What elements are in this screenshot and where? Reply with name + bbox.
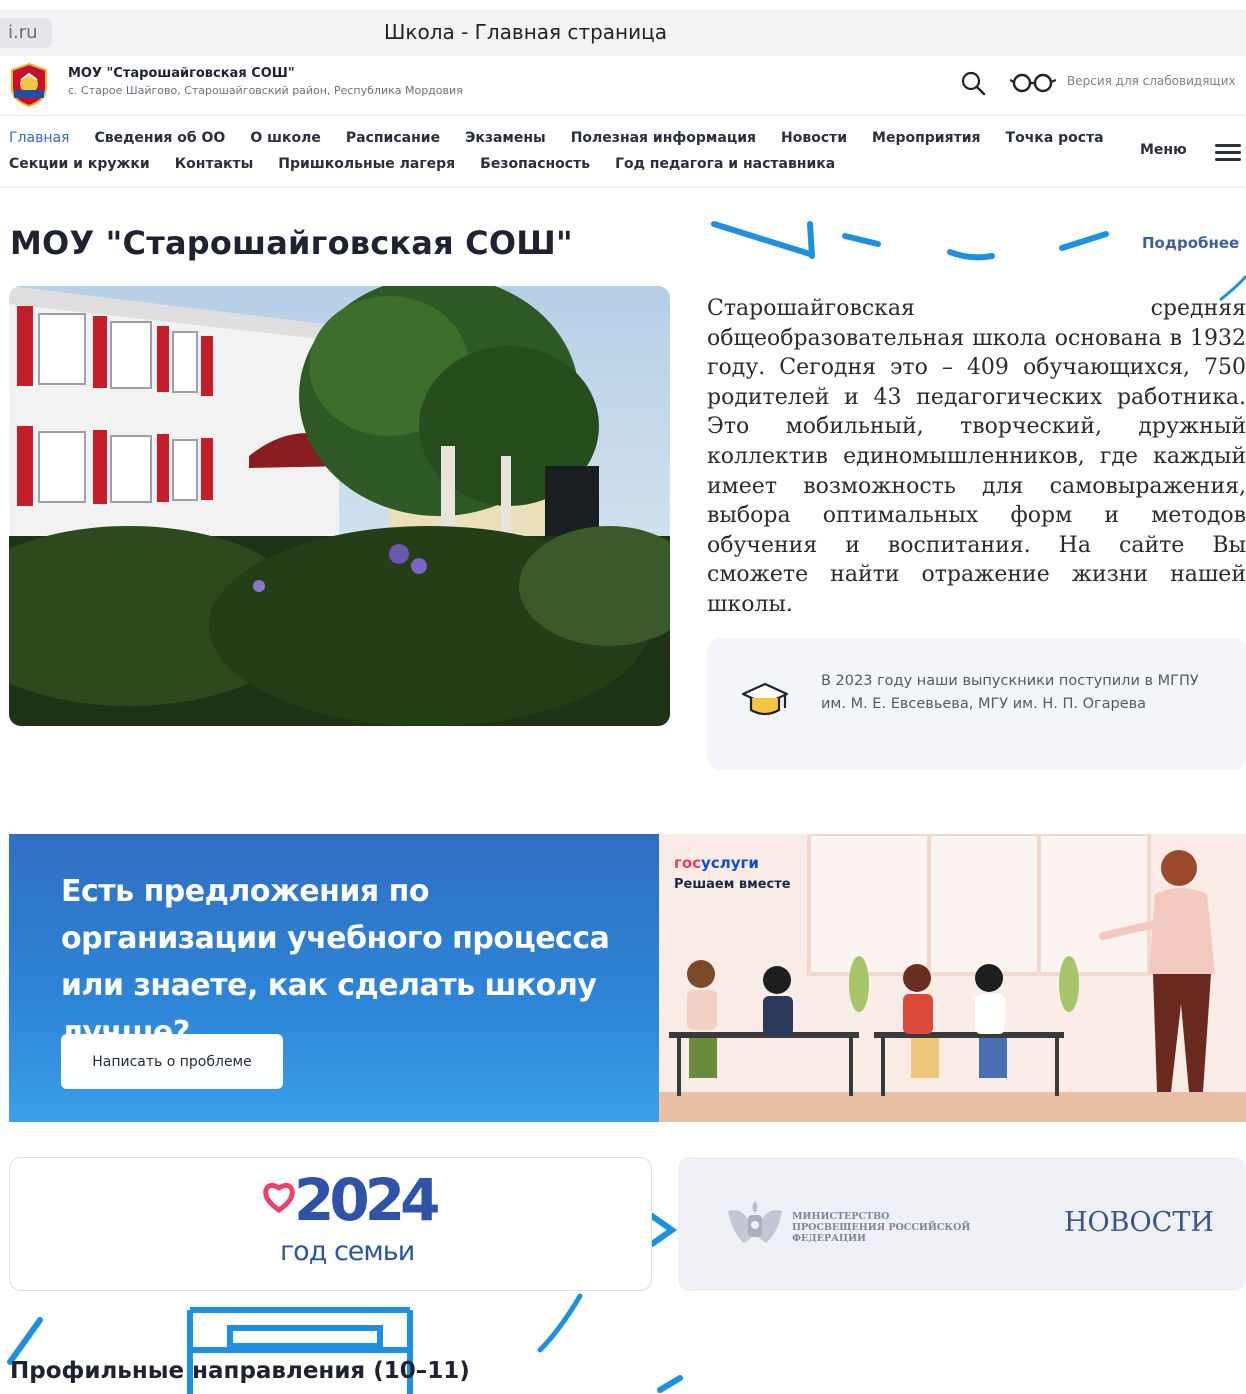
tab-title: Школа - Главная страница — [384, 20, 667, 44]
menu-label[interactable]: Меню — [1140, 142, 1187, 158]
school-emblem-icon[interactable] — [8, 62, 50, 108]
profile-section-title: Профильные направления (10–11) — [10, 1358, 470, 1384]
glasses-icon[interactable] — [1010, 70, 1056, 94]
russian-emblem-icon — [728, 1201, 782, 1243]
gosuslugi-logo-part2: услуги — [701, 854, 759, 872]
graduates-text: В 2023 году наши выпускники поступили в … — [821, 673, 1199, 712]
nav-item-events[interactable]: Мероприятия — [872, 130, 980, 146]
year-of-family-card[interactable]: 2024 год семьи — [9, 1157, 652, 1291]
site-header: МОУ "Старошайговская СОШ" с. Старое Шайг… — [0, 56, 1246, 116]
ministry-news-card[interactable]: МИНИСТЕРСТВО ПРОСВЕЩЕНИЯ РОССИЙСКОЙ ФЕДЕ… — [678, 1157, 1246, 1291]
more-link[interactable]: Подробнее — [1142, 234, 1239, 252]
nav-item-teacher-year[interactable]: Год педагога и наставника — [615, 156, 835, 172]
site-name[interactable]: МОУ "Старошайговская СОШ" — [68, 66, 295, 81]
low-vision-link[interactable]: Версия для слабовидящих — [1067, 74, 1236, 88]
nav-item-useful[interactable]: Полезная информация — [571, 130, 756, 146]
nav-row-1: Главная Сведения об ОО О школе Расписани… — [9, 130, 1129, 146]
gosuslugi-logo-part1: гос — [674, 854, 702, 872]
url-chip[interactable]: i.ru — [0, 18, 52, 48]
site-address: с. Старое Шайгово, Старошайговский район… — [68, 84, 463, 97]
nav-item-news[interactable]: Новости — [781, 130, 847, 146]
gosuslugi-logo[interactable]: госуслуги — [674, 854, 759, 872]
graduation-cap-icon — [741, 682, 789, 716]
nav-item-growth[interactable]: Точка роста — [1006, 130, 1104, 146]
decor-strokes-top — [711, 221, 1246, 302]
school-building-photo — [9, 286, 670, 726]
year-number: 2024 — [294, 1166, 440, 1234]
browser-bar: i.ru Школа - Главная страница — [0, 10, 1246, 56]
hamburger-icon[interactable] — [1215, 144, 1241, 162]
gosuslugi-banner-left: Есть предложения по организации учебного… — [9, 834, 659, 1122]
gosuslugi-heading: Есть предложения по организации учебного… — [61, 874, 610, 1050]
nav-item-about[interactable]: О школе — [250, 130, 321, 146]
year-caption: год семьи — [280, 1236, 415, 1267]
intro-text: Старошайговская средняя общеобразователь… — [707, 296, 1246, 617]
search-icon[interactable] — [960, 70, 986, 96]
nav-item-schedule[interactable]: Расписание — [346, 130, 440, 146]
hero-title: МОУ "Старошайговская СОШ" — [10, 224, 573, 262]
gosuslugi-banner[interactable]: Есть предложения по организации учебного… — [9, 834, 1246, 1122]
nav-item-safety[interactable]: Безопасность — [480, 156, 590, 172]
news-label: НОВОСТИ — [1064, 1207, 1214, 1238]
nav-item-info[interactable]: Сведения об ОО — [94, 130, 225, 146]
gosuslugi-subtitle: Решаем вместе — [674, 877, 791, 892]
gosuslugi-banner-right: госуслуги Решаем вместе — [659, 834, 1246, 1122]
report-problem-button[interactable]: Написать о проблеме — [61, 1034, 283, 1089]
nav-item-main[interactable]: Главная — [9, 130, 69, 146]
main-nav: Главная Сведения об ОО О школе Расписани… — [0, 118, 1246, 188]
nav-item-contacts[interactable]: Контакты — [175, 156, 254, 172]
heart-icon — [263, 1182, 295, 1214]
nav-item-clubs[interactable]: Секции и кружки — [9, 156, 150, 172]
nav-item-camps[interactable]: Пришкольные лагеря — [278, 156, 455, 172]
ministry-name: МИНИСТЕРСТВО ПРОСВЕЩЕНИЯ РОССИЙСКОЙ ФЕДЕ… — [792, 1211, 971, 1244]
nav-item-exams[interactable]: Экзамены — [465, 130, 546, 146]
graduates-card: В 2023 году наши выпускники поступили в … — [707, 638, 1246, 770]
nav-row-2: Секции и кружки Контакты Пришкольные лаг… — [9, 156, 860, 172]
